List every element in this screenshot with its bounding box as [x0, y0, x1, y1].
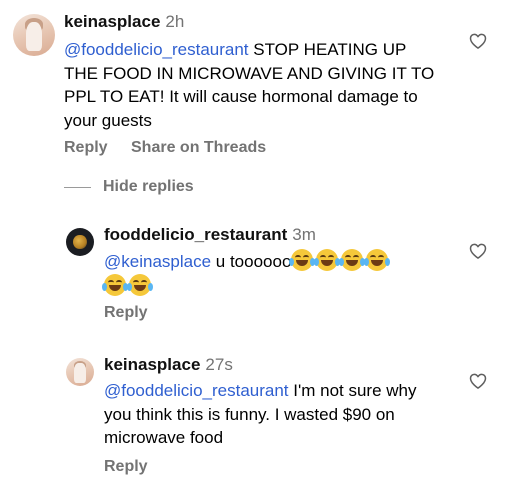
- reply-button[interactable]: Reply: [64, 139, 108, 157]
- comment-username[interactable]: keinasplace 2h: [64, 12, 184, 32]
- reply-text: @keinasplace u toooooo: [102, 249, 444, 298]
- reply-username[interactable]: keinasplace 27s: [104, 355, 233, 375]
- reply-comment: fooddelicio_restaurant 3m @keinasplace u …: [0, 220, 512, 330]
- share-on-threads-button[interactable]: Share on Threads: [131, 139, 266, 157]
- avatar[interactable]: [13, 14, 55, 56]
- replies-divider: [64, 187, 91, 188]
- face-with-tears-of-joy-icon: [339, 249, 366, 271]
- heart-outline-icon[interactable]: [468, 371, 488, 391]
- face-with-tears-of-joy-icon: [364, 249, 391, 271]
- reply-time: 3m: [292, 225, 316, 244]
- comment: keinasplace 2h @fooddelicio_restaurant ST…: [0, 0, 512, 170]
- reply-username[interactable]: fooddelicio_restaurant 3m: [104, 225, 316, 245]
- face-with-tears-of-joy-icon: [289, 249, 316, 271]
- face-with-tears-of-joy-icon: [127, 273, 153, 296]
- face-with-tears-of-joy-icon: [314, 249, 341, 271]
- mention-link[interactable]: @keinasplace: [104, 252, 211, 271]
- comment-time: 2h: [165, 12, 185, 31]
- face-with-tears-of-joy-icon: [102, 273, 128, 296]
- heart-outline-icon[interactable]: [468, 31, 488, 51]
- reply-comment: keinasplace 27s @fooddelicio_restaurant I…: [0, 350, 512, 490]
- heart-outline-icon[interactable]: [468, 241, 488, 261]
- hide-replies-button[interactable]: Hide replies: [103, 178, 194, 196]
- reply-time: 27s: [205, 355, 233, 374]
- mention-link[interactable]: @fooddelicio_restaurant: [104, 381, 289, 400]
- reply-button[interactable]: Reply: [104, 304, 148, 322]
- reply-text: @fooddelicio_restaurant I'm not sure why…: [104, 381, 417, 447]
- avatar[interactable]: [66, 358, 94, 386]
- mention-link[interactable]: @fooddelicio_restaurant: [64, 40, 249, 59]
- reply-button[interactable]: Reply: [104, 458, 148, 476]
- comment-text: @fooddelicio_restaurant STOP HEATING UP …: [64, 40, 435, 130]
- avatar[interactable]: [66, 228, 94, 256]
